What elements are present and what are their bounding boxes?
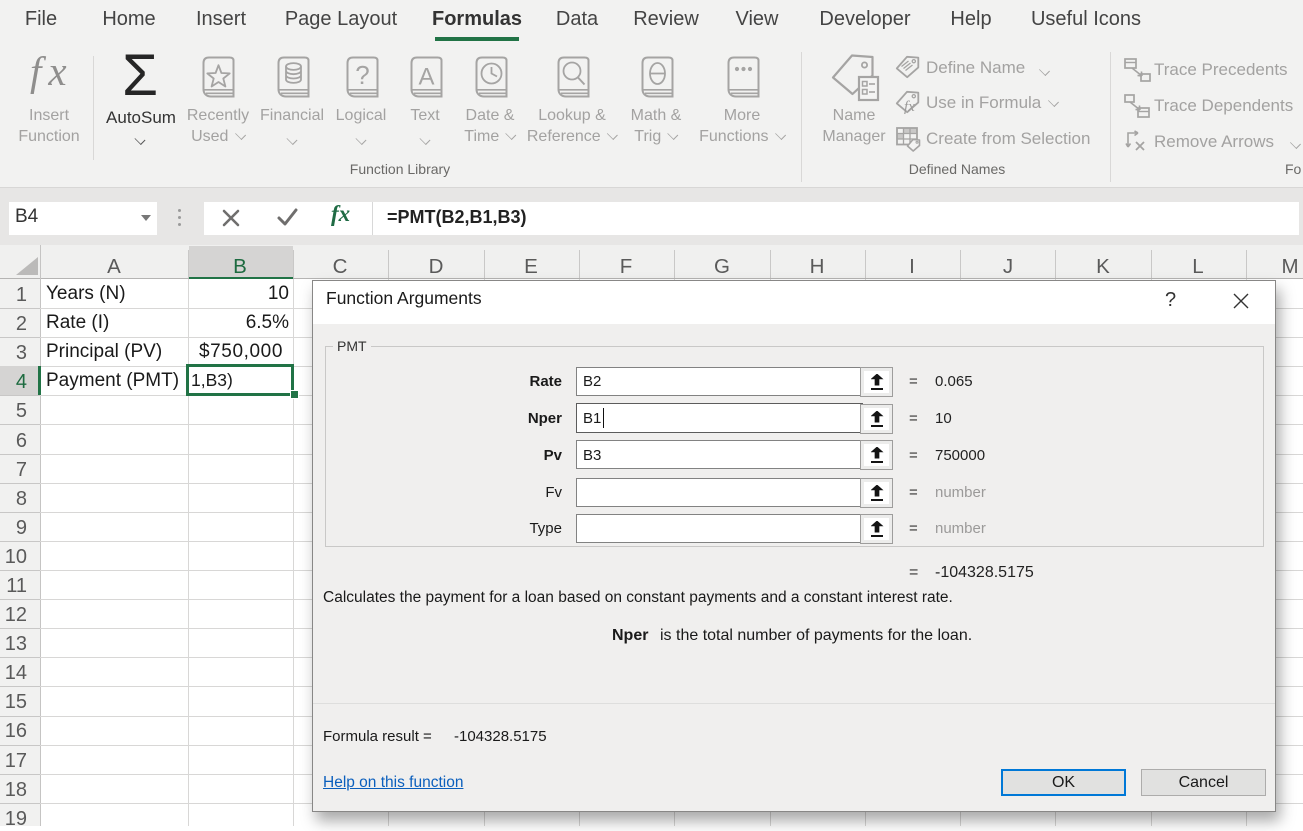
svg-text:fx: fx [904, 99, 915, 115]
svg-text:?: ? [355, 60, 369, 90]
svg-text:A: A [418, 64, 434, 91]
